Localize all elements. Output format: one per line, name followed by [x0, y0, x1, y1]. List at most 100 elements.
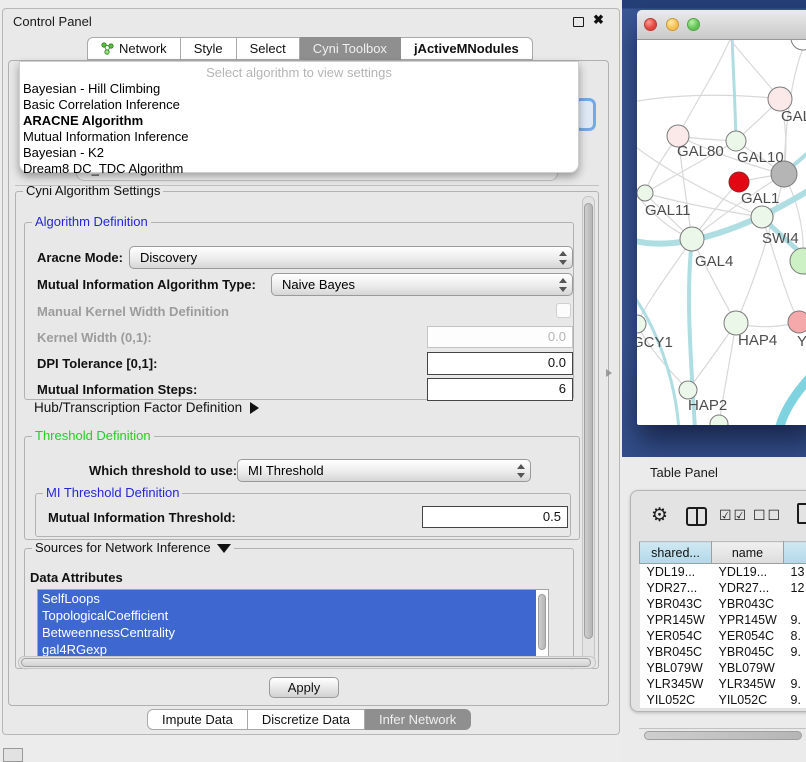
close-icon[interactable]: ✖	[593, 12, 604, 28]
window-minimize-icon[interactable]	[666, 18, 679, 31]
list-item[interactable]: BetweennessCentrality	[38, 624, 536, 641]
which-threshold-combo[interactable]: MI Threshold	[237, 459, 531, 482]
tab-impute-data[interactable]: Impute Data	[147, 709, 248, 730]
list-item[interactable]: SelfLoops	[38, 590, 536, 607]
tab-select[interactable]: Select	[237, 37, 300, 60]
select-all-checkboxes-icon[interactable]: ☑☑	[719, 507, 748, 524]
table-row[interactable]: YBR045CYBR045C9.	[640, 644, 806, 660]
svg-text:GAL10: GAL10	[737, 149, 784, 166]
node-gal10[interactable]	[726, 131, 746, 151]
table-row[interactable]: YBL079WYBL079W	[640, 660, 806, 676]
svg-text:GAL80: GAL80	[677, 143, 724, 160]
tab-style[interactable]: Style	[181, 37, 237, 60]
hub-definition-toggle[interactable]: Hub/Transcription Factor Definition	[34, 400, 259, 415]
hidden-group-edge	[15, 185, 599, 186]
deselect-all-checkboxes-icon[interactable]: ☐☐	[753, 507, 782, 524]
network-icon	[101, 42, 114, 55]
mi-type-combo[interactable]: Naive Bayes	[271, 273, 573, 296]
algorithm-dropdown-popup: Select algorithm to view settings Bayesi…	[19, 61, 579, 173]
stepper-icon	[516, 463, 525, 479]
aracne-mode-combo[interactable]: Discovery	[129, 246, 573, 269]
kernel-width-field[interactable]: 0.0	[427, 326, 573, 348]
mi-threshold-field[interactable]: 0.5	[422, 506, 568, 528]
threshold-definition-group: Threshold Definition Which threshold to …	[24, 436, 580, 540]
tab-network[interactable]: Network	[87, 37, 181, 60]
algorithm-definition-title: Algorithm Definition	[32, 215, 151, 229]
table-horizontal-scrollbar[interactable]	[639, 728, 806, 741]
sources-group-title[interactable]: Sources for Network Inference	[32, 541, 234, 555]
column-header-name[interactable]: name	[712, 542, 784, 564]
network-view-window[interactable]: GAL GAL80 GAL10 GAL1 GAL11 SWI4 GAL4 GCY…	[637, 10, 806, 425]
svg-text:GAL1: GAL1	[741, 190, 779, 207]
dropdown-option[interactable]: Mutual Information Inference	[20, 129, 578, 145]
dropdown-option-highlighted[interactable]: ARACNE Algorithm	[20, 113, 578, 129]
node[interactable]	[791, 40, 806, 50]
node-pink[interactable]	[788, 311, 806, 333]
expanded-arrow-icon	[217, 544, 231, 553]
node[interactable]	[710, 415, 728, 425]
control-panel-title: Control Panel	[13, 14, 92, 29]
mi-threshold-label: Mutual Information Threshold:	[48, 510, 236, 525]
node-gcy1[interactable]	[637, 315, 646, 333]
float-window-icon[interactable]	[573, 17, 584, 27]
table-row[interactable]: YIL052CYIL052C9.	[640, 692, 806, 708]
aracne-mode-label: Aracne Mode:	[37, 250, 123, 265]
column-header-shared-name[interactable]: shared...	[640, 542, 712, 564]
dropdown-option[interactable]: Bayesian - K2	[20, 145, 578, 161]
dropdown-option[interactable]: Basic Correlation Inference	[20, 97, 578, 113]
network-window-titlebar[interactable]	[637, 10, 806, 40]
data-attributes-label: Data Attributes	[30, 570, 123, 585]
svg-text:SWI4: SWI4	[762, 230, 799, 247]
table-row[interactable]: YBR043CYBR043C	[640, 596, 806, 612]
svg-text:GAL11: GAL11	[645, 202, 691, 219]
collapsed-arrow-icon	[250, 402, 259, 414]
list-scrollbar-thumb[interactable]	[538, 594, 546, 650]
settings-scrollbar-thumb[interactable]	[584, 203, 593, 639]
tab-network-label: Network	[119, 41, 167, 56]
table-hscrollbar-thumb[interactable]	[644, 731, 802, 740]
list-item[interactable]: TopologicalCoefficient	[38, 607, 536, 624]
svg-text:GAL4: GAL4	[695, 253, 733, 270]
mi-steps-field[interactable]: 6	[427, 378, 573, 401]
splitter-cursor-artifact	[606, 369, 612, 377]
node-red-selected[interactable]	[729, 172, 749, 192]
table-row[interactable]: YDR27...YDR27...12	[640, 580, 806, 596]
settings-horizontal-scrollbar[interactable]	[18, 656, 596, 669]
control-panel-window: Control Panel ✖ Network Style Select Cyn…	[2, 8, 620, 735]
cyni-algorithm-settings-group: Cyni Algorithm Settings Algorithm Defini…	[15, 191, 599, 669]
tab-cyni-toolbox[interactable]: Cyni Toolbox	[300, 37, 401, 60]
hscrollbar-thumb[interactable]	[21, 658, 591, 667]
node-gal4[interactable]	[680, 227, 704, 251]
table-row[interactable]: YER054CYER054C8.	[640, 628, 806, 644]
table-window: ⚙ ☑☑ ☐☐ shared... name YDL19...YDL19...1…	[630, 490, 806, 712]
kernel-width-label: Kernel Width (0,1):	[37, 330, 152, 345]
control-panel-tabbar: Network Style Select Cyni Toolbox jActiv…	[87, 37, 533, 60]
new-table-icon[interactable]	[797, 503, 806, 524]
window-zoom-icon[interactable]	[687, 18, 700, 31]
column-header-cropped[interactable]	[784, 542, 806, 564]
gear-icon[interactable]: ⚙	[651, 504, 668, 527]
corner-widget-button[interactable]	[3, 748, 23, 762]
table-row[interactable]: YDL19...YDL19...13	[640, 564, 806, 580]
svg-text:HAP2: HAP2	[688, 397, 727, 414]
node-swi4[interactable]	[790, 248, 806, 274]
svg-text:GAL: GAL	[781, 108, 806, 125]
tab-discretize-data[interactable]: Discretize Data	[248, 709, 365, 730]
columns-icon[interactable]	[686, 507, 707, 526]
settings-vertical-scrollbar[interactable]	[582, 196, 595, 662]
network-canvas[interactable]: GAL GAL80 GAL10 GAL1 GAL11 SWI4 GAL4 GCY…	[637, 40, 806, 425]
node-gal1[interactable]	[751, 206, 773, 228]
window-close-icon[interactable]	[644, 18, 657, 31]
dropdown-option[interactable]: Bayesian - Hill Climbing	[20, 81, 578, 97]
dpi-tolerance-field[interactable]: 0.0	[427, 352, 573, 375]
dropdown-option[interactable]: Dream8 DC_TDC Algorithm	[20, 161, 578, 177]
manual-kernel-checkbox[interactable]	[556, 303, 571, 318]
node-gal11[interactable]	[637, 185, 653, 201]
tab-infer-network[interactable]: Infer Network	[365, 709, 471, 730]
table-row[interactable]: YLR345WYLR345W9.	[640, 676, 806, 692]
mi-type-label: Mutual Information Algorithm Type:	[37, 277, 256, 292]
settings-group-title: Cyni Algorithm Settings	[23, 184, 163, 198]
apply-button[interactable]: Apply	[269, 677, 339, 698]
tab-jactivemnodules[interactable]: jActiveMNodules	[401, 37, 533, 60]
table-row[interactable]: YPR145WYPR145W9.	[640, 612, 806, 628]
